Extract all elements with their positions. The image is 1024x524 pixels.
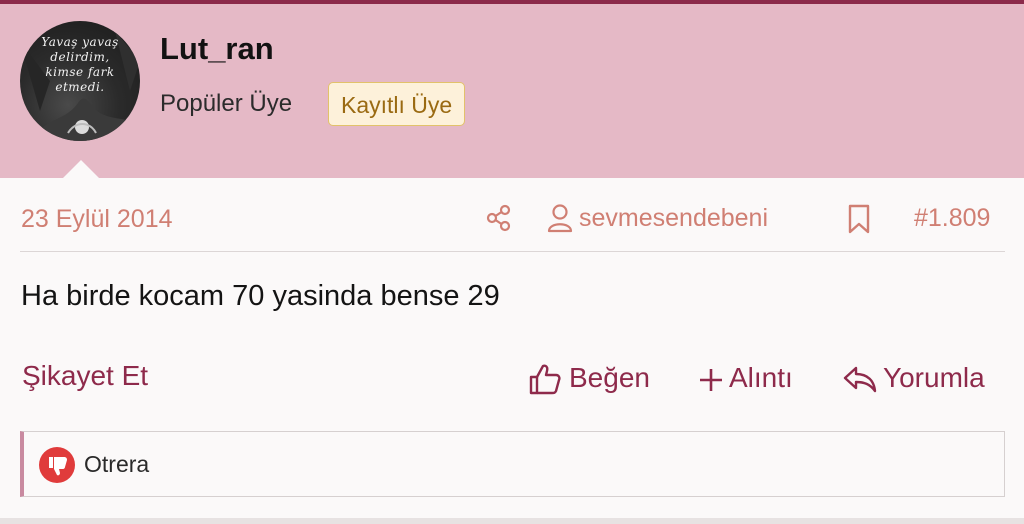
user-title: Popüler Üye bbox=[160, 90, 293, 117]
report-button[interactable]: Şikayet Et bbox=[22, 360, 148, 392]
avatar-caption-line: delirdim, bbox=[50, 50, 110, 64]
avatar[interactable]: Yavaş yavaş delirdim, kimse fark etmedi. bbox=[20, 21, 140, 141]
post-actions: Şikayet Et Beğen Alıntı Yorumla bbox=[0, 356, 1024, 400]
bottom-separator bbox=[0, 518, 1024, 524]
author-header: Yavaş yavaş delirdim, kimse fark etmedi.… bbox=[0, 4, 1024, 178]
post-body: Ha birde kocam 70 yasinda bense 29 bbox=[21, 280, 500, 312]
username[interactable]: Lut_ran bbox=[160, 31, 274, 67]
reply-icon[interactable] bbox=[842, 362, 878, 401]
reactions-bar[interactable]: Otrera bbox=[20, 431, 1005, 497]
post-meta: 23 Eylül 2014 sevmesendebeni #1.809 bbox=[0, 197, 1024, 241]
avatar-caption-line: etmedi. bbox=[55, 80, 105, 94]
thumbs-up-icon[interactable] bbox=[528, 362, 562, 401]
header-pointer bbox=[62, 160, 100, 179]
meta-divider bbox=[20, 251, 1005, 252]
quoted-user-link[interactable]: sevmesendebeni bbox=[579, 204, 768, 233]
avatar-caption: Yavaş yavaş delirdim, kimse fark etmedi. bbox=[20, 35, 140, 95]
reaction-users[interactable]: Otrera bbox=[84, 451, 149, 478]
user-icon bbox=[546, 203, 574, 238]
post-date[interactable]: 23 Eylül 2014 bbox=[21, 205, 173, 234]
thumbs-down-icon bbox=[39, 447, 75, 488]
avatar-caption-line: Yavaş yavaş bbox=[41, 35, 119, 49]
quote-button[interactable]: Alıntı bbox=[729, 362, 793, 394]
like-button[interactable]: Beğen bbox=[569, 362, 650, 394]
reply-button[interactable]: Yorumla bbox=[883, 362, 985, 394]
bookmark-icon[interactable] bbox=[846, 203, 872, 240]
plus-icon[interactable] bbox=[698, 362, 724, 401]
avatar-caption-line: kimse fark bbox=[45, 65, 115, 79]
member-badge: Kayıtlı Üye bbox=[328, 82, 466, 126]
share-icon[interactable] bbox=[484, 203, 514, 238]
post-number[interactable]: #1.809 bbox=[914, 204, 990, 233]
